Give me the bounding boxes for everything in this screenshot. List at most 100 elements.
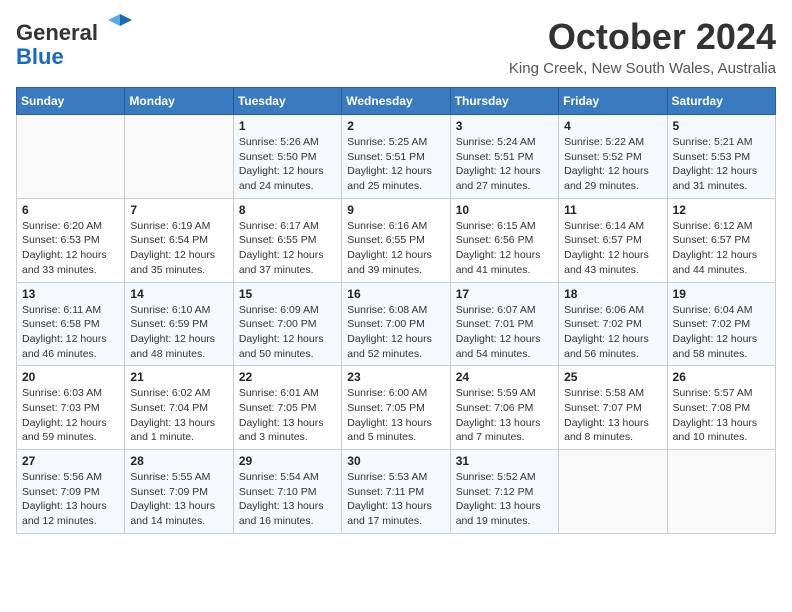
day-info: Sunrise: 5:55 AM Sunset: 7:09 PM Dayligh…: [130, 470, 227, 529]
calendar-day-cell: 31 Sunrise: 5:52 AM Sunset: 7:12 PM Dayli…: [450, 450, 558, 534]
calendar-day-cell: [17, 115, 125, 199]
day-info: Sunrise: 5:57 AM Sunset: 7:08 PM Dayligh…: [673, 386, 770, 445]
day-number: 17: [456, 287, 553, 301]
calendar-day-cell: 12Sunrise: 6:12 AM Sunset: 6:57 PM Dayli…: [667, 198, 775, 282]
day-number: 20: [22, 370, 119, 384]
calendar-day-cell: 17 Sunrise: 6:07 AM Sunset: 7:01 PM Dayli…: [450, 282, 558, 366]
calendar-day-cell: 29 Sunrise: 5:54 AM Sunset: 7:10 PM Dayli…: [233, 450, 341, 534]
calendar-day-cell: 20 Sunrise: 6:03 AM Sunset: 7:03 PM Dayli…: [17, 366, 125, 450]
day-number: 7: [130, 203, 227, 217]
calendar-header-row: SundayMondayTuesdayWednesdayThursdayFrid…: [17, 88, 776, 115]
day-info: Sunrise: 5:22 AM Sunset: 5:52 PM Dayligh…: [564, 135, 661, 194]
day-number: 15: [239, 287, 336, 301]
page-header: General Blue October 2024 King Creek, Ne…: [16, 16, 776, 77]
month-title: October 2024: [509, 16, 776, 58]
day-info: Sunrise: 5:54 AM Sunset: 7:10 PM Dayligh…: [239, 470, 336, 529]
calendar-day-cell: 4 Sunrise: 5:22 AM Sunset: 5:52 PM Daylig…: [559, 115, 667, 199]
day-info: Sunrise: 6:06 AM Sunset: 7:02 PM Dayligh…: [564, 303, 661, 362]
calendar-day-cell: 28 Sunrise: 5:55 AM Sunset: 7:09 PM Dayli…: [125, 450, 233, 534]
day-info: Sunrise: 6:00 AM Sunset: 7:05 PM Dayligh…: [347, 386, 444, 445]
day-info: Sunrise: 6:07 AM Sunset: 7:01 PM Dayligh…: [456, 303, 553, 362]
calendar-day-cell: [125, 115, 233, 199]
day-info: Sunrise: 6:17 AM Sunset: 6:55 PM Dayligh…: [239, 219, 336, 278]
day-number: 11: [564, 203, 661, 217]
logo-general: General: [16, 20, 98, 45]
weekday-header: Tuesday: [233, 88, 341, 115]
logo-blue-text: Blue: [16, 45, 134, 69]
title-block: October 2024 King Creek, New South Wales…: [509, 16, 776, 77]
calendar-week-row: 6 Sunrise: 6:20 AM Sunset: 6:53 PM Daylig…: [17, 198, 776, 282]
day-info: Sunrise: 6:10 AM Sunset: 6:59 PM Dayligh…: [130, 303, 227, 362]
day-info: Sunrise: 5:24 AM Sunset: 5:51 PM Dayligh…: [456, 135, 553, 194]
day-info: Sunrise: 5:21 AM Sunset: 5:53 PM Dayligh…: [673, 135, 770, 194]
day-info: Sunrise: 6:19 AM Sunset: 6:54 PM Dayligh…: [130, 219, 227, 278]
calendar-week-row: 27Sunrise: 5:56 AM Sunset: 7:09 PM Dayli…: [17, 450, 776, 534]
calendar-day-cell: 19 Sunrise: 6:04 AM Sunset: 7:02 PM Dayli…: [667, 282, 775, 366]
day-number: 31: [456, 454, 553, 468]
weekday-header: Monday: [125, 88, 233, 115]
day-number: 8: [239, 203, 336, 217]
day-number: 18: [564, 287, 661, 301]
day-number: 6: [22, 203, 119, 217]
day-number: 25: [564, 370, 661, 384]
day-number: 5: [673, 119, 770, 133]
day-info: Sunrise: 6:08 AM Sunset: 7:00 PM Dayligh…: [347, 303, 444, 362]
calendar-day-cell: 21Sunrise: 6:02 AM Sunset: 7:04 PM Dayli…: [125, 366, 233, 450]
day-number: 23: [347, 370, 444, 384]
weekday-header: Wednesday: [342, 88, 450, 115]
day-info: Sunrise: 6:04 AM Sunset: 7:02 PM Dayligh…: [673, 303, 770, 362]
calendar-day-cell: 13 Sunrise: 6:11 AM Sunset: 6:58 PM Dayli…: [17, 282, 125, 366]
day-number: 21: [130, 370, 227, 384]
weekday-header: Saturday: [667, 88, 775, 115]
calendar-day-cell: 2Sunrise: 5:25 AM Sunset: 5:51 PM Daylig…: [342, 115, 450, 199]
calendar-day-cell: 18 Sunrise: 6:06 AM Sunset: 7:02 PM Dayli…: [559, 282, 667, 366]
day-number: 22: [239, 370, 336, 384]
day-number: 28: [130, 454, 227, 468]
calendar-day-cell: 23 Sunrise: 6:00 AM Sunset: 7:05 PM Dayli…: [342, 366, 450, 450]
day-number: 13: [22, 287, 119, 301]
day-number: 9: [347, 203, 444, 217]
calendar-day-cell: 5 Sunrise: 5:21 AM Sunset: 5:53 PM Daylig…: [667, 115, 775, 199]
calendar-table: SundayMondayTuesdayWednesdayThursdayFrid…: [16, 87, 776, 534]
day-number: 24: [456, 370, 553, 384]
calendar-day-cell: 3 Sunrise: 5:24 AM Sunset: 5:51 PM Daylig…: [450, 115, 558, 199]
day-info: Sunrise: 5:59 AM Sunset: 7:06 PM Dayligh…: [456, 386, 553, 445]
weekday-header: Thursday: [450, 88, 558, 115]
calendar-day-cell: 11 Sunrise: 6:14 AM Sunset: 6:57 PM Dayli…: [559, 198, 667, 282]
day-info: Sunrise: 6:16 AM Sunset: 6:55 PM Dayligh…: [347, 219, 444, 278]
day-info: Sunrise: 6:20 AM Sunset: 6:53 PM Dayligh…: [22, 219, 119, 278]
day-info: Sunrise: 5:56 AM Sunset: 7:09 PM Dayligh…: [22, 470, 119, 529]
logo-text: General: [16, 16, 134, 45]
day-number: 26: [673, 370, 770, 384]
calendar-day-cell: [559, 450, 667, 534]
weekday-header: Friday: [559, 88, 667, 115]
day-number: 29: [239, 454, 336, 468]
day-info: Sunrise: 6:03 AM Sunset: 7:03 PM Dayligh…: [22, 386, 119, 445]
calendar-day-cell: 8 Sunrise: 6:17 AM Sunset: 6:55 PM Daylig…: [233, 198, 341, 282]
calendar-day-cell: 15Sunrise: 6:09 AM Sunset: 7:00 PM Dayli…: [233, 282, 341, 366]
day-info: Sunrise: 5:52 AM Sunset: 7:12 PM Dayligh…: [456, 470, 553, 529]
calendar-day-cell: 14Sunrise: 6:10 AM Sunset: 6:59 PM Dayli…: [125, 282, 233, 366]
calendar-day-cell: 22 Sunrise: 6:01 AM Sunset: 7:05 PM Dayli…: [233, 366, 341, 450]
day-info: Sunrise: 5:25 AM Sunset: 5:51 PM Dayligh…: [347, 135, 444, 194]
day-info: Sunrise: 6:14 AM Sunset: 6:57 PM Dayligh…: [564, 219, 661, 278]
day-number: 1: [239, 119, 336, 133]
day-number: 3: [456, 119, 553, 133]
day-info: Sunrise: 5:58 AM Sunset: 7:07 PM Dayligh…: [564, 386, 661, 445]
day-info: Sunrise: 6:15 AM Sunset: 6:56 PM Dayligh…: [456, 219, 553, 278]
location-title: King Creek, New South Wales, Australia: [509, 60, 776, 77]
day-number: 30: [347, 454, 444, 468]
day-number: 10: [456, 203, 553, 217]
calendar-day-cell: 16Sunrise: 6:08 AM Sunset: 7:00 PM Dayli…: [342, 282, 450, 366]
calendar-day-cell: 6 Sunrise: 6:20 AM Sunset: 6:53 PM Daylig…: [17, 198, 125, 282]
calendar-day-cell: 30 Sunrise: 5:53 AM Sunset: 7:11 PM Dayli…: [342, 450, 450, 534]
day-info: Sunrise: 6:01 AM Sunset: 7:05 PM Dayligh…: [239, 386, 336, 445]
logo-flag-icon: [106, 12, 134, 40]
day-info: Sunrise: 6:11 AM Sunset: 6:58 PM Dayligh…: [22, 303, 119, 362]
calendar-day-cell: 7 Sunrise: 6:19 AM Sunset: 6:54 PM Daylig…: [125, 198, 233, 282]
day-info: Sunrise: 5:53 AM Sunset: 7:11 PM Dayligh…: [347, 470, 444, 529]
day-number: 19: [673, 287, 770, 301]
day-number: 4: [564, 119, 661, 133]
weekday-header: Sunday: [17, 88, 125, 115]
calendar-day-cell: 1Sunrise: 5:26 AM Sunset: 5:50 PM Daylig…: [233, 115, 341, 199]
